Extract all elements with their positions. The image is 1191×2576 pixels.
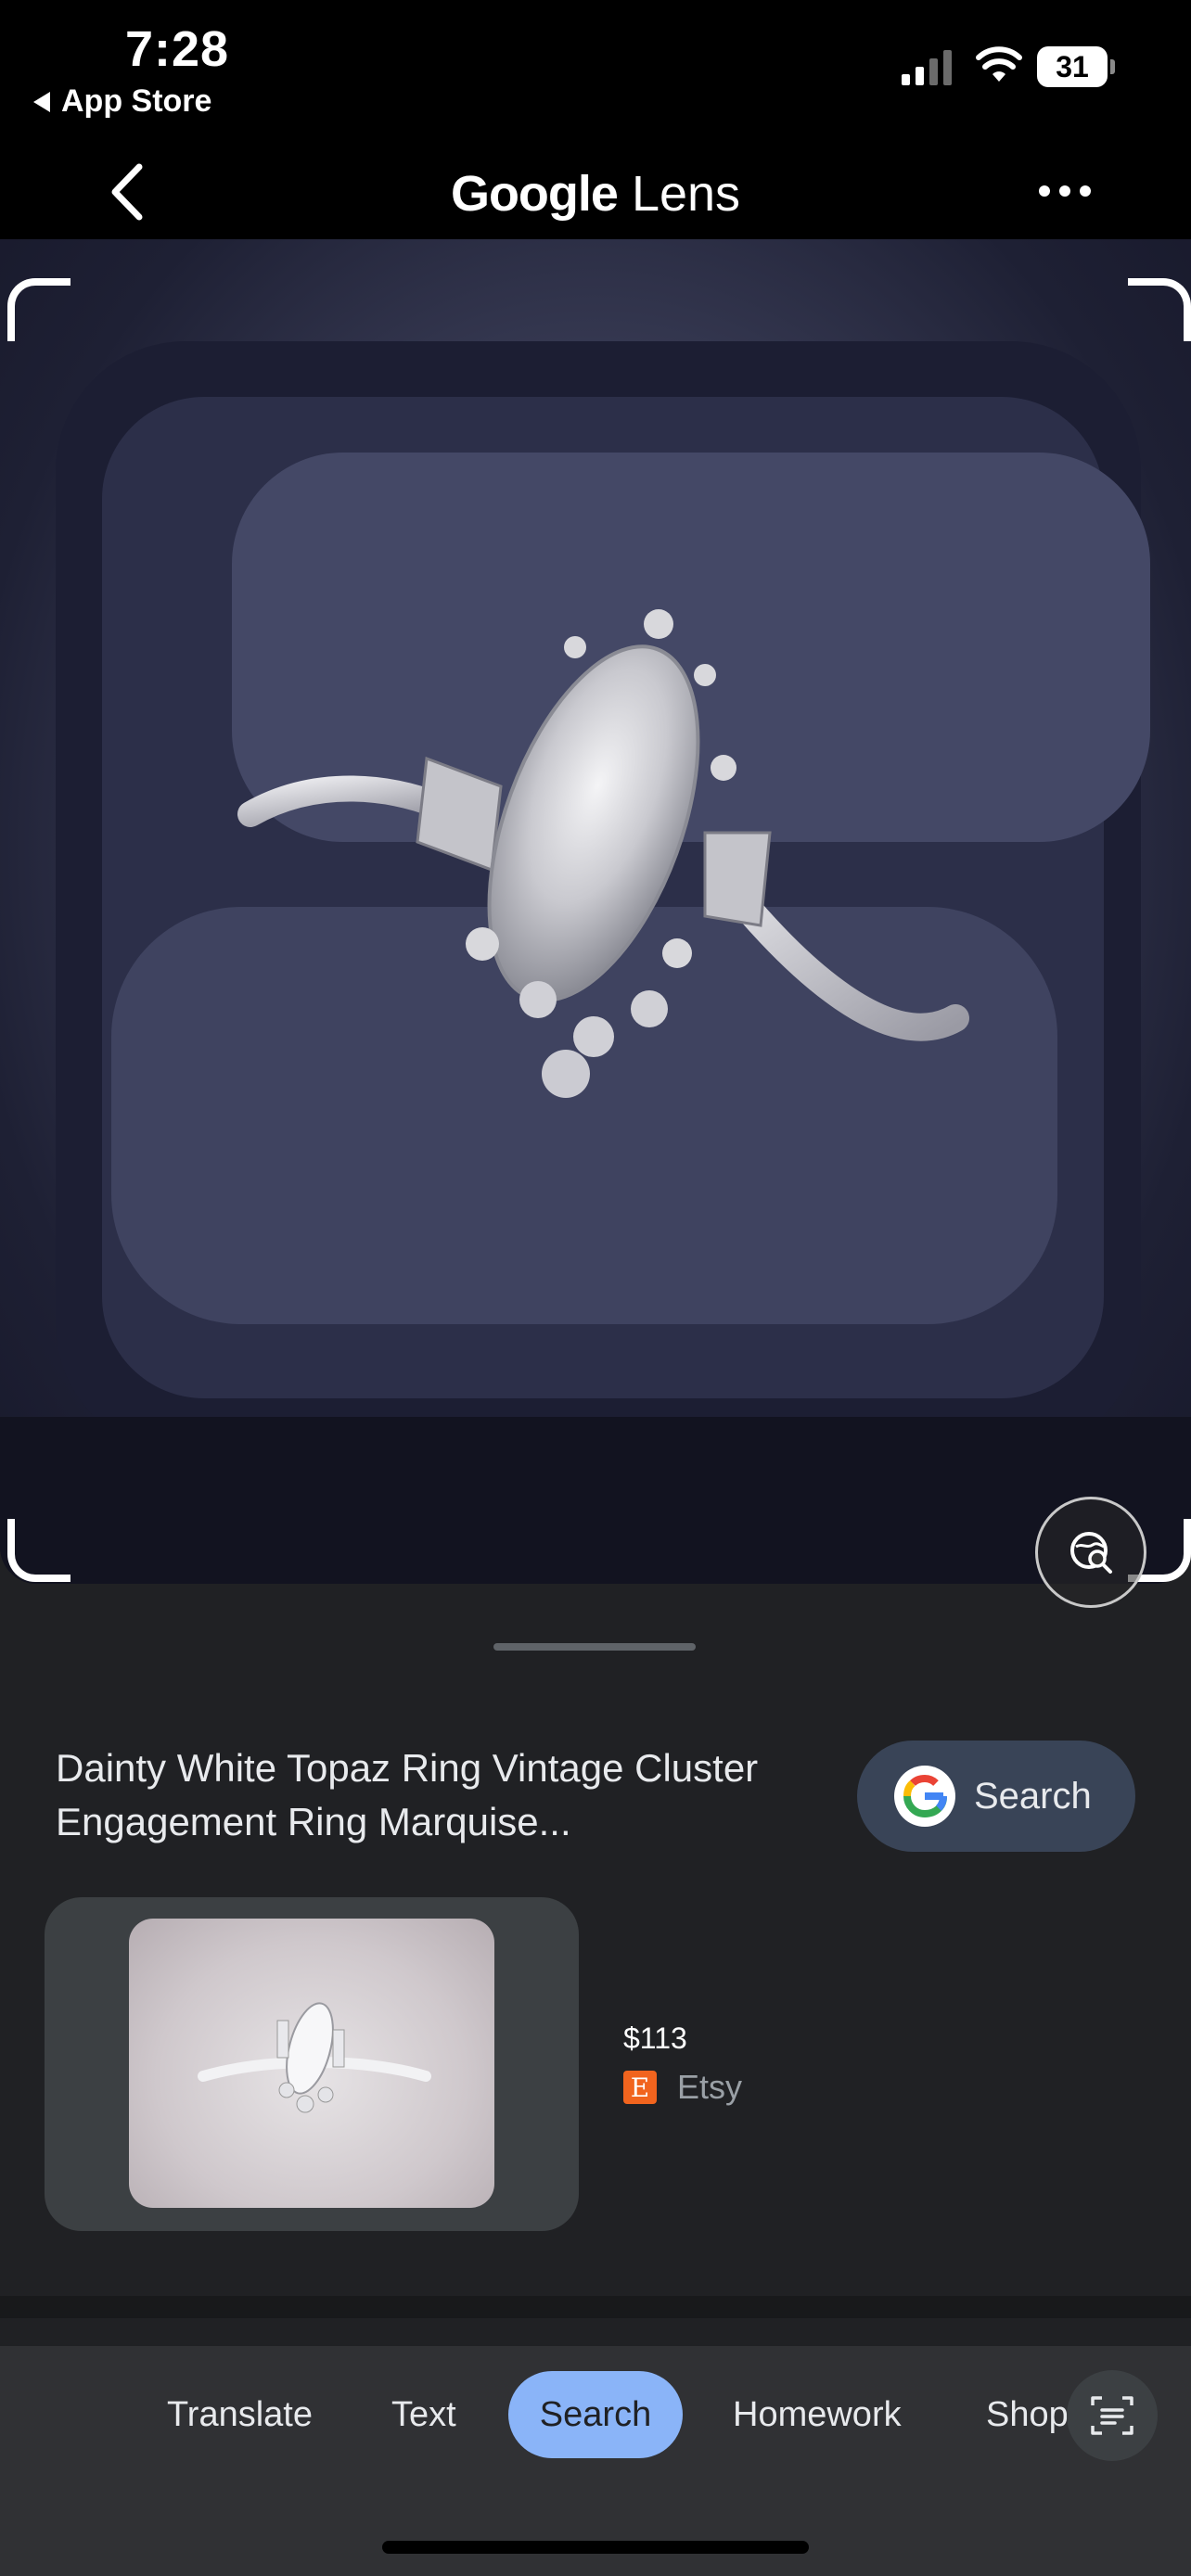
product-seller: E Etsy [623,2068,742,2107]
page-title: Google Lens [0,165,1191,223]
google-search-button[interactable]: Search [857,1741,1135,1852]
tab-search[interactable]: Search [508,2371,683,2458]
result-title[interactable]: Dainty White Topaz Ring Vintage Cluster … [56,1741,816,1849]
wifi-icon [976,46,1022,82]
lens-search-icon[interactable] [1035,1497,1146,1608]
home-indicator [382,2541,809,2554]
google-g-icon [894,1766,955,1827]
back-to-app-store-link[interactable]: App Store [33,83,211,120]
tab-shopping[interactable]: Shopping [986,2371,1075,2458]
back-triangle-icon [33,91,50,112]
ring-photo [0,239,1191,1584]
text-select-icon[interactable] [1067,2370,1158,2461]
crop-corner-bottom-left[interactable] [7,1519,70,1582]
cellular-signal-icon [902,50,952,85]
product-price: $113 [623,2021,687,2055]
title-product: Lens [631,166,741,222]
crop-corner-top-right[interactable] [1128,278,1191,341]
battery-level: 31 [1037,46,1108,87]
title-brand: Google [450,166,619,222]
crop-corner-top-left[interactable] [7,278,70,341]
seller-name: Etsy [677,2068,743,2106]
more-options-icon[interactable] [1039,185,1091,197]
section-divider [0,2296,1191,2318]
product-thumbnail[interactable] [129,1919,494,2208]
tab-text[interactable]: Text [391,2371,456,2458]
status-time: 7:28 [125,21,230,77]
captured-image-area [0,239,1191,1584]
search-button-label: Search [974,1775,1092,1817]
battery-icon: 31 [1037,46,1117,89]
etsy-logo-icon: E [623,2071,657,2104]
back-app-label: App Store [61,83,212,119]
tab-homework[interactable]: Homework [733,2371,902,2458]
sheet-drag-handle[interactable] [493,1643,696,1651]
ring-illustration [0,341,1191,1584]
tab-translate[interactable]: Translate [167,2371,313,2458]
